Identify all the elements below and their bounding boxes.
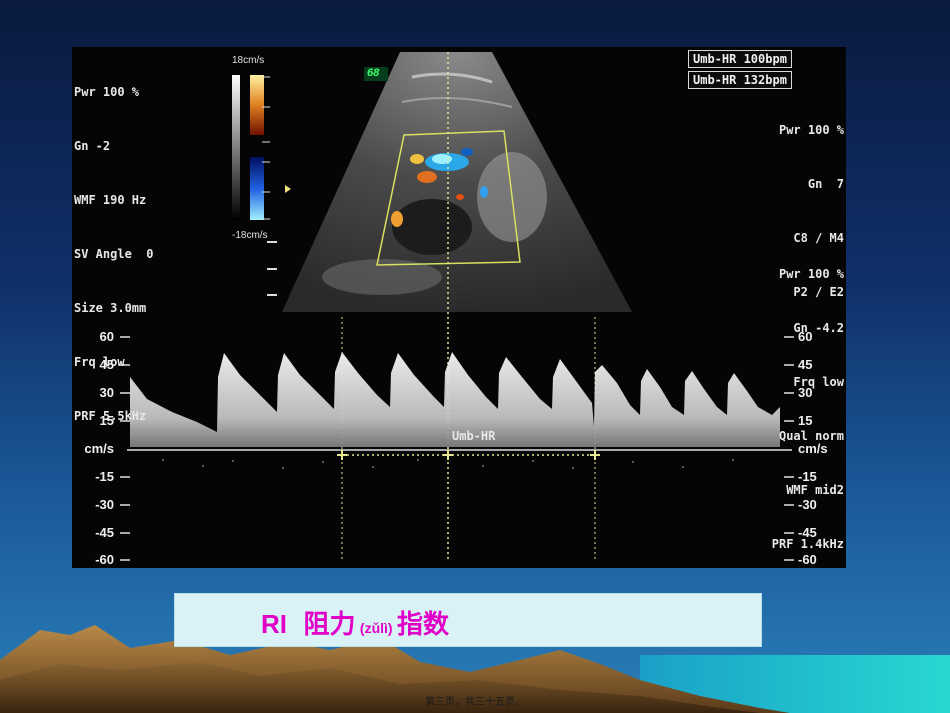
velocity-label-right: 30	[798, 385, 813, 400]
settings-left-line: Size 3.0mm	[74, 301, 147, 315]
caption-box: RI 阻力 (zǔlì) 指数	[174, 593, 762, 647]
measurement-label: Umb-HR	[452, 429, 496, 443]
velocity-label-left: -60	[95, 552, 114, 567]
settings-left-line: WMF 190 Hz	[74, 193, 147, 207]
velocity-label-left: 30	[99, 385, 114, 400]
color-scale-bottom: -18cm/s	[232, 230, 268, 241]
settings-right-top-line: Gn 7	[807, 177, 844, 191]
settings-left-line: SV Angle 0	[74, 247, 154, 261]
velocity-unit-right: cm/s	[798, 441, 828, 456]
velocity-label-right: -60	[798, 552, 817, 567]
page-footer: 第三页，共三十五页。	[425, 697, 525, 708]
caption-suffix: 指数	[397, 609, 450, 639]
ultrasound-image: Pwr 100 % Gn -2 WMF 190 Hz SV Angle 0 Si…	[72, 47, 846, 568]
slide: Pwr 100 % Gn -2 WMF 190 Hz SV Angle 0 Si…	[0, 0, 950, 713]
velocity-label-left: 15	[99, 413, 114, 428]
velocity-label-right: 60	[798, 329, 813, 344]
caption-word: 阻力	[303, 609, 356, 639]
velocity-label-left: 45	[99, 357, 114, 372]
frame-badge: 68	[367, 67, 380, 79]
velocity-label-left: -15	[95, 469, 114, 484]
settings-left-line: Gn -2	[74, 139, 111, 153]
caption-term: RI	[261, 609, 287, 639]
settings-right-top-line: Pwr 100 %	[778, 123, 844, 137]
velocity-label-right: -45	[798, 525, 817, 540]
grayscale-bar	[232, 75, 240, 220]
heart-rate-box-1: Umb-HR 100bpm	[688, 50, 792, 68]
caption-text: RI 阻力 (zǔlì) 指数	[261, 604, 449, 641]
velocity-label-left: 60	[99, 329, 114, 344]
doppler-render	[120, 52, 794, 562]
settings-left-line: Pwr 100 %	[74, 85, 140, 99]
settings-right-mid-line: Pwr 100 %	[778, 267, 844, 281]
velocity-unit-left: cm/s	[84, 441, 114, 456]
velocity-label-right: 45	[798, 357, 813, 372]
velocity-label-right: -15	[798, 469, 817, 484]
color-bar-negative	[250, 157, 264, 220]
color-scale-top: 18cm/s	[232, 55, 265, 66]
velocity-label-left: -45	[95, 525, 114, 540]
velocity-label-left: -30	[95, 497, 114, 512]
caption-pinyin: (zǔlì)	[359, 620, 393, 636]
velocity-label-right: -30	[798, 497, 817, 512]
color-bar-positive	[250, 75, 264, 135]
heart-rate-box-2: Umb-HR 132bpm	[688, 71, 792, 89]
velocity-label-right: 15	[798, 413, 813, 428]
